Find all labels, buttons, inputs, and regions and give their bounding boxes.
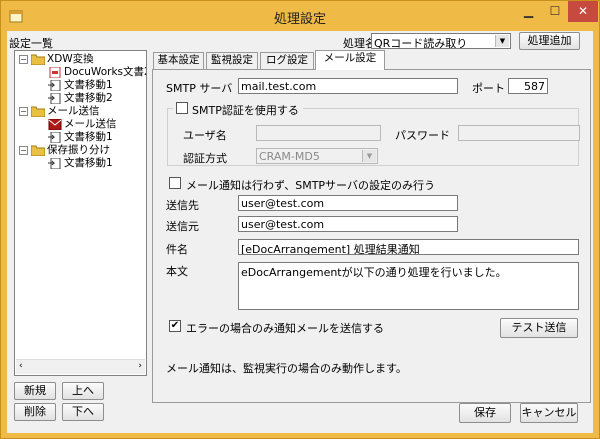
maximize-button[interactable]: ☐: [542, 1, 568, 22]
smtp-auth-label: SMTP認証を使用する: [192, 104, 299, 117]
port-input[interactable]: 587: [508, 78, 548, 94]
close-button[interactable]: ✕: [568, 1, 598, 22]
tab-monitor-settings[interactable]: 監視設定: [206, 52, 258, 69]
tree-item-save-sort[interactable]: 保存振り分け: [47, 144, 110, 157]
body-label: 本文: [166, 265, 188, 278]
mail-settings-panel: SMTP サーバ mail.test.com ポート 587 SMTP認証を使用…: [152, 69, 591, 403]
dropdown-arrow-icon: ▼: [362, 150, 376, 162]
tree-item-document-move-2[interactable]: 文書移動2: [64, 92, 113, 105]
docuworks-icon: [49, 67, 61, 78]
minimize-button[interactable]: ▁: [515, 1, 542, 22]
scroll-left-icon[interactable]: ‹: [19, 361, 23, 371]
folder-open-icon: [31, 106, 45, 117]
title-bar[interactable]: 処理設定 ▁ ☐ ✕: [1, 1, 599, 31]
collapse-icon[interactable]: −: [19, 55, 28, 64]
add-process-button[interactable]: 処理追加: [519, 32, 580, 50]
auth-method-value: CRAM-MD5: [259, 150, 320, 163]
dropdown-arrow-icon[interactable]: ▼: [495, 35, 509, 47]
document-move-icon: [48, 93, 61, 104]
dialog-window: 処理設定 ▁ ☐ ✕ 設定一覧 処理名 QRコード読み取り ▼ 処理追加 − X…: [0, 0, 600, 439]
process-name-value: QRコード読み取り: [374, 37, 468, 49]
smtp-auth-checkbox-container[interactable]: SMTP認証を使用する: [173, 101, 303, 117]
subject-input[interactable]: [eDocArrangement] 処理結果通知: [238, 239, 579, 255]
tab-mail-settings[interactable]: メール設定: [315, 50, 385, 70]
tree-horizontal-scrollbar[interactable]: ‹ ›: [16, 359, 145, 374]
tree-item-document-move-1c[interactable]: 文書移動1: [64, 157, 113, 170]
password-label: パスワード: [395, 129, 450, 142]
tree-item-mail-send-group[interactable]: メール送信: [47, 105, 100, 118]
subject-label: 件名: [166, 243, 188, 256]
tree-item-document-move-1b[interactable]: 文書移動1: [64, 131, 113, 144]
save-button[interactable]: 保存: [459, 403, 511, 423]
smtp-auth-checkbox[interactable]: [176, 102, 188, 114]
from-label: 送信元: [166, 220, 199, 233]
collapse-icon[interactable]: −: [19, 107, 28, 116]
auth-method-select: CRAM-MD5 ▼: [256, 148, 378, 164]
tree-item-mail-send[interactable]: メール送信: [64, 118, 117, 131]
process-name-select[interactable]: QRコード読み取り ▼: [371, 33, 511, 49]
up-button[interactable]: 上へ: [62, 382, 104, 400]
password-input: [458, 125, 580, 141]
folder-open-icon: [31, 145, 45, 156]
mail-icon: [48, 119, 62, 130]
smtp-server-input[interactable]: mail.test.com: [238, 78, 458, 94]
settings-list-label: 設定一覧: [9, 37, 53, 50]
document-move-icon: [48, 132, 61, 143]
scroll-right-icon[interactable]: ›: [138, 361, 142, 371]
error-only-label: エラーの場合のみ通知メールを送信する: [186, 322, 384, 335]
body-textarea[interactable]: eDocArrangementが以下の通り処理を行いました。: [238, 262, 579, 310]
username-label: ユーザ名: [183, 129, 227, 142]
folder-open-icon: [31, 54, 45, 65]
dialog-client-area: 設定一覧 処理名 QRコード読み取り ▼ 処理追加 − XDW変換 DocuWo…: [7, 31, 593, 433]
new-button[interactable]: 新規: [14, 382, 56, 400]
to-label: 送信先: [166, 199, 199, 212]
username-input: [256, 125, 381, 141]
smtp-only-label: メール通知は行わず、SMTPサーバの設定のみ行う: [186, 179, 435, 192]
settings-tree[interactable]: − XDW変換 DocuWorks文書2 文書移動1 文書移動2 − メール送信…: [14, 50, 147, 376]
document-move-icon: [48, 158, 61, 169]
port-label: ポート: [472, 82, 505, 95]
collapse-icon[interactable]: −: [19, 146, 28, 155]
test-send-button[interactable]: テスト送信: [500, 318, 578, 338]
smtp-server-label: SMTP サーバ: [166, 82, 233, 95]
document-move-icon: [48, 80, 61, 91]
tree-item-docuworks[interactable]: DocuWorks文書2: [64, 66, 146, 79]
to-input[interactable]: user@test.com: [238, 195, 458, 211]
mail-note: メール通知は、監視実行の場合のみ動作します。: [166, 362, 407, 375]
auth-method-label: 認証方式: [183, 152, 227, 165]
cancel-button[interactable]: キャンセル: [520, 403, 578, 423]
from-input[interactable]: user@test.com: [238, 216, 458, 232]
delete-button[interactable]: 削除: [14, 403, 56, 421]
tab-basic-settings[interactable]: 基本設定: [153, 52, 204, 69]
window-title: 処理設定: [273, 12, 326, 27]
smtp-only-checkbox[interactable]: [169, 177, 181, 189]
tree-item-xdw-convert[interactable]: XDW変換: [47, 53, 94, 66]
down-button[interactable]: 下へ: [62, 403, 104, 421]
tree-item-document-move-1[interactable]: 文書移動1: [64, 79, 113, 92]
error-only-checkbox[interactable]: ✔: [169, 320, 181, 332]
tab-log-settings[interactable]: ログ設定: [260, 52, 314, 69]
